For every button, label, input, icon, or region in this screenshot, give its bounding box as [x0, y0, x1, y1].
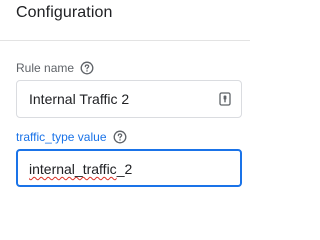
traffic-type-label: traffic_type value — [16, 130, 127, 144]
panel-header: Configuration — [0, 0, 250, 41]
traffic-type-input[interactable]: internal_traffic_2 — [16, 149, 242, 187]
traffic-type-label-text: traffic_type value — [16, 130, 107, 144]
rule-name-label-text: Rule name — [16, 61, 75, 75]
traffic-type-value-suffix: _2 — [116, 161, 133, 177]
panel-title: Configuration — [16, 4, 113, 21]
configuration-panel: Configuration Rule name Internal Traffic… — [0, 0, 250, 200]
rule-name-label: Rule name — [16, 61, 94, 75]
help-icon[interactable] — [80, 61, 94, 75]
rule-name-value: Internal Traffic 2 — [29, 91, 130, 107]
rule-name-input[interactable]: Internal Traffic 2 — [16, 80, 242, 118]
password-manager-icon[interactable] — [219, 92, 231, 106]
help-icon[interactable] — [113, 130, 127, 144]
traffic-type-value: internal_traffic_2 — [29, 161, 132, 177]
traffic-type-value-misspelled: internal_traffic — [29, 161, 117, 177]
